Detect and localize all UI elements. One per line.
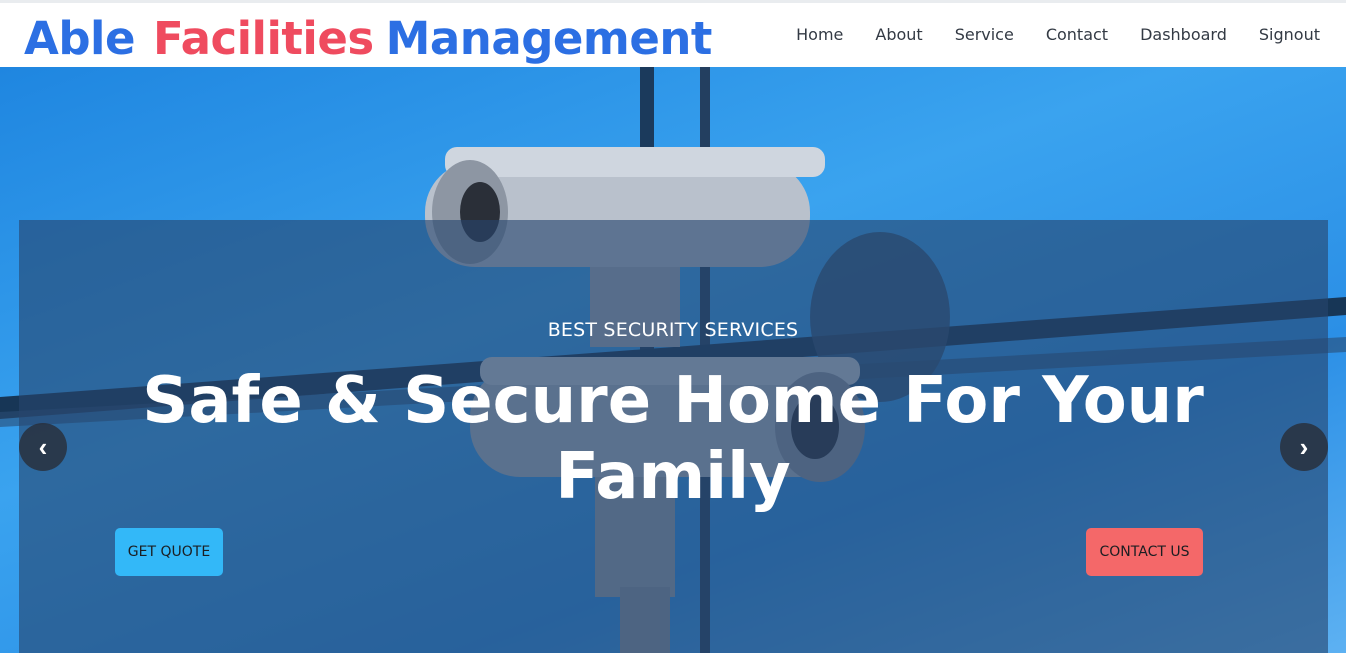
nav-home[interactable]: Home (796, 25, 843, 45)
brand-logo[interactable]: Able Facilities Management (24, 9, 712, 69)
hero-headline: Safe & Secure Home For Your Family (142, 364, 1204, 514)
navbar: Able Facilities Management Home About Serv… (0, 3, 1346, 67)
carousel-next-button[interactable]: › (1280, 423, 1328, 471)
nav-service[interactable]: Service (955, 25, 1014, 45)
hero-carousel: BEST SECURITY SERVICES Safe & Secure Hom… (0, 67, 1346, 653)
contact-us-button[interactable]: CONTACT US (1086, 528, 1203, 576)
brand-word-management: Management (385, 12, 713, 65)
nav-contact[interactable]: Contact (1046, 25, 1108, 45)
chevron-right-icon: › (1299, 431, 1309, 462)
nav-dashboard[interactable]: Dashboard (1140, 25, 1227, 45)
get-quote-button[interactable]: GET QUOTE (115, 528, 223, 576)
brand-word-able: Able (24, 12, 135, 65)
hero-subtitle: BEST SECURITY SERVICES (547, 319, 799, 341)
nav-signout[interactable]: Signout (1259, 25, 1320, 45)
brand-word-facilities: Facilities (152, 12, 374, 65)
nav-about[interactable]: About (875, 25, 922, 45)
chevron-left-icon: ‹ (38, 431, 48, 462)
main-nav: Home About Service Contact Dashboard Sig… (796, 25, 1320, 45)
carousel-prev-button[interactable]: ‹ (19, 423, 67, 471)
